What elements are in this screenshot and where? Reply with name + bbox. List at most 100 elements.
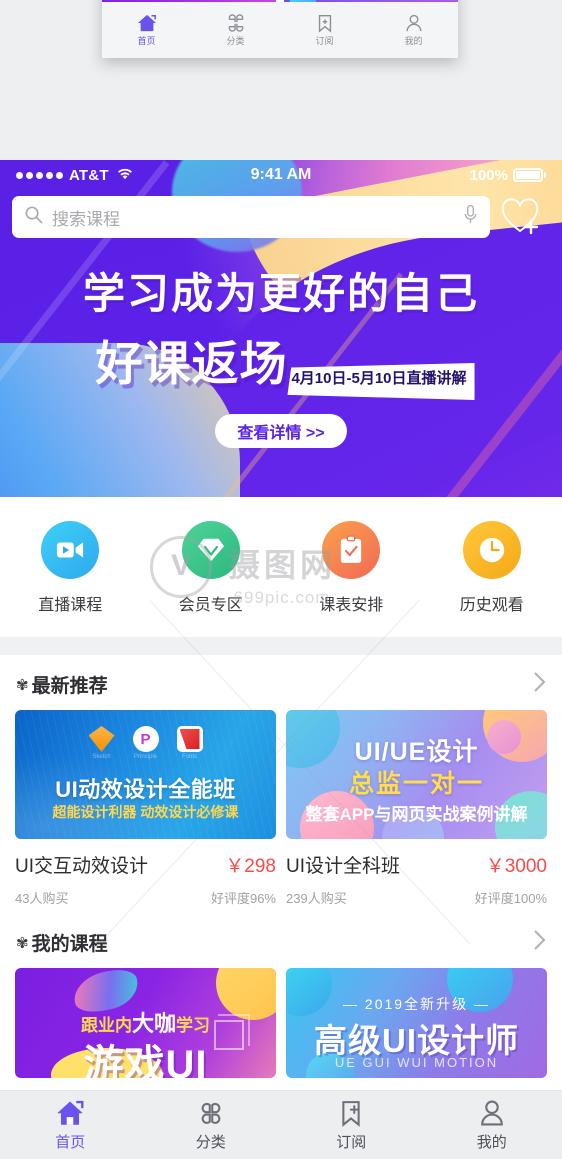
quick-actions-row: 直播课程 会员专区 课表安排 历史观看 [0, 497, 562, 637]
quick-action-member-zone[interactable]: 会员专区 [141, 521, 282, 615]
preview-card-strip: 游戏UI 高级UI设计师 UE GUI WUI MOTION [102, 0, 458, 2]
my-course-card[interactable]: — 2019全新升级 — 高级UI设计师 UE GUI WUI MOTION [286, 968, 547, 1078]
recommended-card-list: Sketch Principle Fonts UI动效设计全能班 超能设计利器 … [0, 710, 562, 907]
preview-card-left: 游戏UI [102, 0, 276, 2]
quick-action-schedule[interactable]: 课表安排 [281, 521, 422, 615]
course-buyers: 239人购买 [286, 891, 347, 906]
hero-banner[interactable]: AT&T 9:41 AM 100% 搜索课程 学习成为更好的自己 好课返场 4月… [0, 160, 562, 497]
course-title-row: UI设计全科班 ￥3000 [286, 851, 547, 878]
tab-subscribe-label: 订阅 [336, 1134, 367, 1151]
preview-tabbar: 首页 分类 订阅 我的 [102, 2, 458, 58]
course-title: UI设计全科班 [286, 856, 401, 877]
section-glyph-icon: ✾ [16, 676, 29, 694]
course-buyers: 43人购买 [15, 891, 69, 906]
course-price: ￥3000 [485, 856, 547, 877]
course-title: UI交互动效设计 [15, 856, 149, 877]
thumbnail-title: UI动效设计全能班 [55, 777, 236, 802]
preview-tab-subscribe: 订阅 [280, 13, 369, 47]
person-icon [480, 1100, 503, 1126]
course-rating: 好评度96% [210, 891, 276, 906]
hero-headline: 学习成为更好的自己 [82, 270, 479, 317]
my-course-thumbnail: — 2019全新升级 — 高级UI设计师 UE GUI WUI MOTION [286, 968, 547, 1078]
hero-date-badge: 4月10日-5月10日直播讲解 [287, 363, 475, 400]
tool-label-sketch: Sketch [92, 754, 111, 760]
video-icon [41, 521, 100, 579]
clipboard-check-icon [322, 521, 381, 579]
home-icon [57, 1100, 84, 1125]
search-placeholder: 搜索课程 [52, 209, 120, 229]
preview-tab-home: 首页 [102, 13, 191, 47]
phone-screen: AT&T 9:41 AM 100% 搜索课程 学习成为更好的自己 好课返场 4月… [0, 160, 562, 1159]
tab-category[interactable]: 分类 [141, 1098, 282, 1152]
my-course-line2: 游戏UI [83, 1043, 208, 1078]
section-divider [0, 637, 562, 655]
tool-icon-row [15, 726, 276, 752]
my-course-line3: UE GUI WUI MOTION [334, 1055, 499, 1070]
hero-cta-button[interactable]: 查看详情 >> [215, 414, 347, 448]
clock-icon [462, 521, 521, 579]
tab-category-label: 分类 [195, 1134, 226, 1151]
thumbnail-title-2: 总监一对一 [348, 770, 484, 798]
course-meta-row: 239人购买 好评度100% [286, 888, 547, 907]
tab-mine-label: 我的 [476, 1134, 507, 1151]
tool-label-principle: Principle [133, 754, 157, 760]
section-header-my-courses: ✾ 我的课程 [0, 907, 562, 968]
search-icon [24, 205, 43, 229]
preview-card-gap [276, 0, 284, 2]
status-clock: 9:41 AM [250, 166, 312, 183]
course-title-row: UI交互动效设计 ￥298 [15, 851, 276, 878]
tab-subscribe[interactable]: 订阅 [281, 1098, 422, 1152]
thumbnail-subtitle: 超能设计利器 动效设计必修课 [52, 804, 239, 820]
quick-action-history[interactable]: 历史观看 [422, 521, 562, 615]
home-icon [137, 14, 156, 32]
fonts-icon [176, 726, 203, 752]
bookmark-plus-icon [318, 15, 331, 33]
preview-tab-category: 分类 [191, 13, 280, 47]
quick-action-member-zone-label: 会员专区 [178, 597, 243, 614]
status-bar: AT&T 9:41 AM 100% [0, 160, 562, 190]
chevron-right-icon[interactable] [533, 671, 546, 698]
preview-tab-mine: 我的 [369, 13, 458, 47]
course-card[interactable]: UI/UE设计 总监一对一 整套APP与网页实战案例讲解 UI设计全科班 ￥30… [286, 710, 547, 907]
course-card[interactable]: Sketch Principle Fonts UI动效设计全能班 超能设计利器 … [15, 710, 276, 907]
section-header-recommended: ✾ 最新推荐 [0, 655, 562, 710]
section-title-my-courses: 我的课程 [31, 934, 108, 955]
person-icon [406, 14, 421, 32]
diamond-icon [181, 521, 240, 579]
bottom-tabbar: 首页 分类 订阅 我的 [0, 1090, 562, 1159]
preview-card-right: 高级UI设计师 UE GUI WUI MOTION [284, 0, 458, 2]
section-glyph-icon: ✾ [16, 934, 29, 952]
quick-action-live-courses[interactable]: 直播课程 [0, 521, 141, 615]
section-title-recommended: 最新推荐 [31, 676, 108, 697]
hero-text-block: 学习成为更好的自己 好课返场 4月10日-5月10日直播讲解 [0, 260, 562, 400]
tab-home[interactable]: 首页 [0, 1098, 141, 1152]
heart-add-icon[interactable] [494, 197, 550, 237]
quick-action-history-label: 历史观看 [459, 597, 524, 614]
bookmark-plus-icon [342, 1101, 360, 1127]
hero-subheadline: 好课返场 [95, 337, 288, 390]
thumbnail-title: UI/UE设计 [354, 738, 479, 766]
tool-label-fonts: Fonts [181, 754, 197, 760]
search-row: 搜索课程 [0, 190, 562, 238]
thumbnail-subtitle: 整套APP与网页实战案例讲解 [305, 805, 528, 824]
my-course-card[interactable]: 跟业内大咖学习 游戏UI [15, 968, 276, 1078]
search-input[interactable]: 搜索课程 [12, 196, 490, 238]
tool-icon-labels: Sketch Principle Fonts [15, 754, 276, 760]
chevron-right-icon[interactable] [533, 929, 546, 956]
course-price: ￥298 [225, 856, 276, 877]
preview-tab-subscribe-label: 订阅 [315, 36, 334, 46]
app-preview-thumbnail: 游戏UI 高级UI设计师 UE GUI WUI MOTION 首页 [102, 0, 458, 58]
screenshot-root: 游戏UI 高级UI设计师 UE GUI WUI MOTION 首页 [0, 0, 562, 1159]
preview-tab-home-label: 首页 [137, 36, 156, 46]
my-courses-card-list: 跟业内大咖学习 游戏UI — 2019全新升级 — 高级UI设计师 UE GUI… [0, 968, 562, 1078]
my-course-line1: — 2019全新升级 — [343, 996, 490, 1012]
quick-action-schedule-label: 课表安排 [319, 597, 384, 614]
tab-home-label: 首页 [55, 1134, 86, 1151]
microphone-icon[interactable] [463, 204, 478, 230]
grid-icon [228, 14, 243, 32]
preview-tab-mine-label: 我的 [404, 36, 423, 46]
my-course-thumbnail: 跟业内大咖学习 游戏UI [15, 968, 276, 1078]
tab-mine[interactable]: 我的 [422, 1098, 562, 1152]
sketch-icon [88, 726, 115, 752]
quick-action-live-courses-label: 直播课程 [38, 597, 103, 614]
